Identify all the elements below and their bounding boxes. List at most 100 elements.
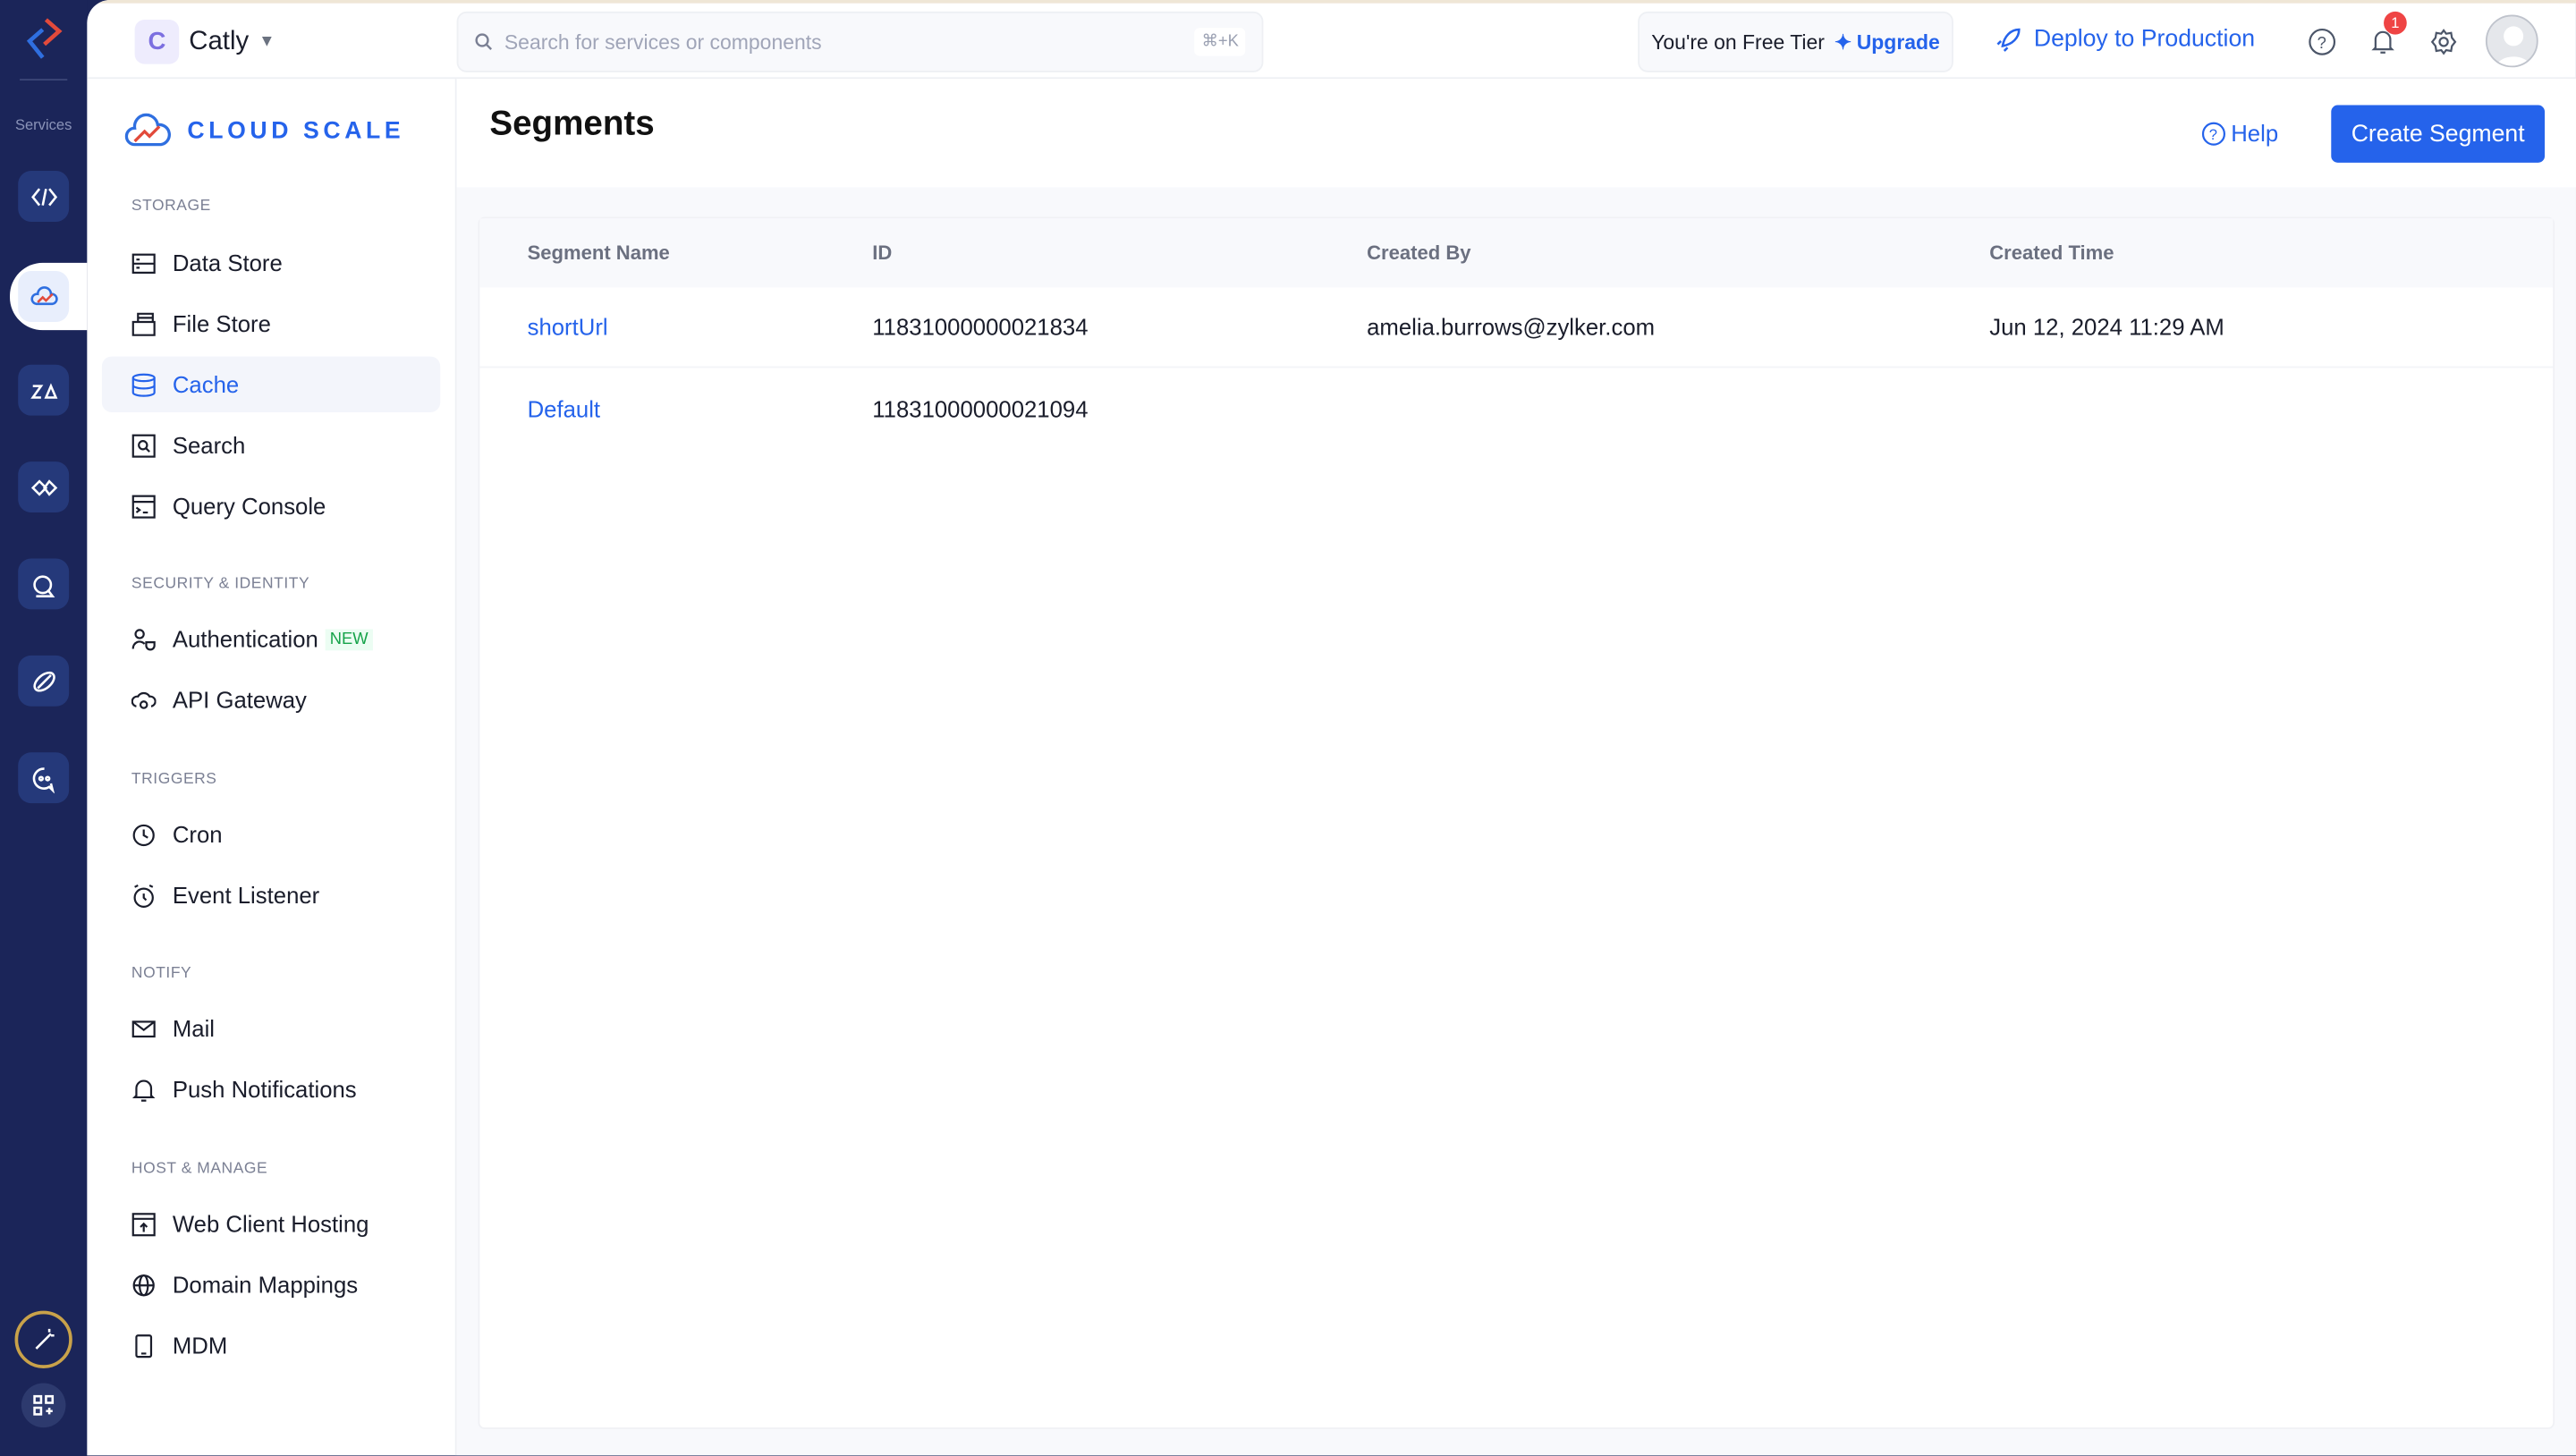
apps-grid-icon[interactable]: [21, 1383, 66, 1428]
help-label: Help: [2231, 120, 2279, 147]
item-label: Authentication: [172, 625, 318, 653]
rail-chat-icon[interactable]: [18, 752, 70, 804]
section-notify: NOTIFY: [131, 964, 192, 983]
sidebar-item-cache[interactable]: Cache: [101, 356, 441, 413]
content-area: Segments ? Help Create Segment Segment Na…: [456, 79, 2576, 1456]
sidebar-item-event-listener[interactable]: Event Listener: [102, 868, 440, 923]
sidebar-item-push-notifications[interactable]: Push Notifications: [102, 1062, 440, 1117]
rail-pipelines-icon[interactable]: [18, 655, 70, 707]
user-avatar[interactable]: [2485, 14, 2538, 68]
services-label: Services: [14, 116, 72, 133]
item-label: Mail: [172, 1015, 216, 1042]
item-label: Query Console: [172, 493, 326, 520]
sidebar-item-mail[interactable]: Mail: [102, 1001, 440, 1056]
mail-icon: [131, 1020, 156, 1037]
segment-id: 11831000000021834: [872, 313, 1089, 341]
cloud-scale-logo-icon: [124, 113, 171, 147]
sidebar-item-web-client-hosting[interactable]: Web Client Hosting: [102, 1196, 440, 1251]
globe-icon: [132, 1274, 155, 1296]
table-header: Segment Name ID Created By Created Time: [479, 218, 2554, 288]
upload-window-icon: [131, 1212, 156, 1236]
column-header[interactable]: Created By: [1367, 241, 1470, 265]
column-header[interactable]: ID: [872, 241, 892, 265]
sidebar-item-cron[interactable]: Cron: [102, 807, 440, 862]
item-label: Data Store: [172, 250, 283, 276]
section-triggers: TRIGGERS: [131, 770, 217, 789]
sidebar-item-data-store[interactable]: Data Store: [102, 235, 440, 291]
console-icon: [131, 494, 156, 518]
help-link[interactable]: ? Help: [2201, 120, 2278, 146]
sidebar-item-domain-mappings[interactable]: Domain Mappings: [102, 1257, 440, 1312]
deploy-to-production-button[interactable]: Deploy to Production: [1996, 26, 2256, 53]
data-store-icon: [131, 252, 156, 274]
project-avatar: C: [134, 20, 180, 64]
segment-name-link[interactable]: shortUrl: [528, 314, 608, 340]
sidebar-item-file-store[interactable]: File Store: [102, 296, 440, 351]
sidebar-item-mdm[interactable]: MDM: [102, 1317, 440, 1373]
catalyst-logo-icon[interactable]: [23, 16, 66, 62]
rail-zia-icon[interactable]: [18, 364, 70, 416]
sidebar-item-authentication[interactable]: Authentication NEW: [102, 611, 440, 666]
top-bar: C Catly ▼ ⌘+K You're on Free Tier ✦Upgra…: [87, 0, 2576, 80]
project-switcher[interactable]: C Catly ▼: [134, 20, 275, 64]
search-input[interactable]: [504, 30, 1184, 54]
item-label: Search: [172, 432, 246, 459]
page-header: Segments ? Help Create Segment: [456, 79, 2576, 188]
column-header[interactable]: Created Time: [1989, 241, 2114, 265]
help-circle-icon: ?: [2201, 121, 2225, 145]
user-shield-icon: [131, 628, 156, 650]
created-time: Jun 12, 2024 11:29 AM: [1989, 313, 2224, 341]
clock-icon: [132, 823, 155, 846]
mobile-icon: [135, 1333, 153, 1358]
upgrade-link[interactable]: ✦ Upgrade: [1835, 30, 1940, 55]
service-rail: Services: [0, 0, 88, 1456]
brand-title: CLOUD SCALE: [187, 118, 405, 145]
table-row[interactable]: shortUrl 11831000000021834 amelia.burrow…: [479, 287, 2554, 368]
column-header[interactable]: Segment Name: [528, 241, 670, 265]
section-security: SECURITY & IDENTITY: [131, 574, 310, 594]
page-title: Segments: [489, 105, 655, 143]
notification-badge: 1: [2384, 11, 2407, 35]
main-area: C Catly ▼ ⌘+K You're on Free Tier ✦Upgra…: [87, 0, 2576, 1456]
item-label: Cron: [172, 821, 223, 848]
rail-signals-icon[interactable]: [18, 558, 70, 610]
rail-devtools-icon[interactable]: [18, 171, 70, 222]
section-storage: STORAGE: [131, 197, 211, 216]
segment-id: 11831000000021094: [872, 394, 1089, 422]
cloud-gear-icon: [131, 691, 157, 708]
item-label: Domain Mappings: [172, 1271, 359, 1298]
sidebar-item-query-console[interactable]: Query Console: [102, 478, 440, 533]
sidebar-item-search[interactable]: Search: [102, 418, 440, 473]
upgrade-label: Upgrade: [1856, 30, 1940, 54]
segment-name-link[interactable]: Default: [528, 395, 600, 421]
alarm-icon: [133, 884, 154, 908]
section-host-manage: HOST & MANAGE: [131, 1159, 268, 1178]
svg-text:?: ?: [2209, 125, 2217, 142]
item-label: MDM: [172, 1332, 228, 1359]
cloud-scale-icon: [18, 271, 70, 322]
search-icon: [475, 33, 493, 50]
rail-cloudscale-tab[interactable]: [10, 262, 88, 331]
segments-table: Segment Name ID Created By Created Time …: [478, 216, 2555, 1429]
cache-icon: [131, 372, 156, 396]
search-box-icon: [131, 433, 156, 457]
help-circle-icon[interactable]: ?: [2305, 25, 2338, 58]
sidebar-item-api-gateway[interactable]: API Gateway: [102, 672, 440, 727]
sidebar: CLOUD SCALE STORAGE Data Store File Stor…: [87, 79, 457, 1456]
svg-text:?: ?: [2317, 32, 2326, 51]
table-row[interactable]: Default 11831000000021094: [479, 368, 2553, 448]
project-name: Catly: [189, 27, 250, 55]
rocket-icon: [1996, 28, 2021, 52]
bell-icon: [131, 1079, 156, 1101]
gear-icon[interactable]: [2427, 25, 2460, 58]
search-bar[interactable]: ⌘+K: [456, 11, 1264, 72]
item-label: Push Notifications: [172, 1076, 357, 1103]
deploy-label: Deploy to Production: [2033, 26, 2256, 53]
create-segment-button[interactable]: Create Segment: [2331, 105, 2546, 163]
chevron-down-icon: ▼: [258, 32, 275, 51]
created-by: amelia.burrows@zylker.com: [1367, 313, 1656, 341]
tier-text: You're on Free Tier: [1651, 30, 1825, 54]
magic-wand-icon[interactable]: [14, 1310, 72, 1368]
file-store-icon: [131, 311, 156, 335]
rail-integrations-icon[interactable]: [18, 461, 70, 513]
